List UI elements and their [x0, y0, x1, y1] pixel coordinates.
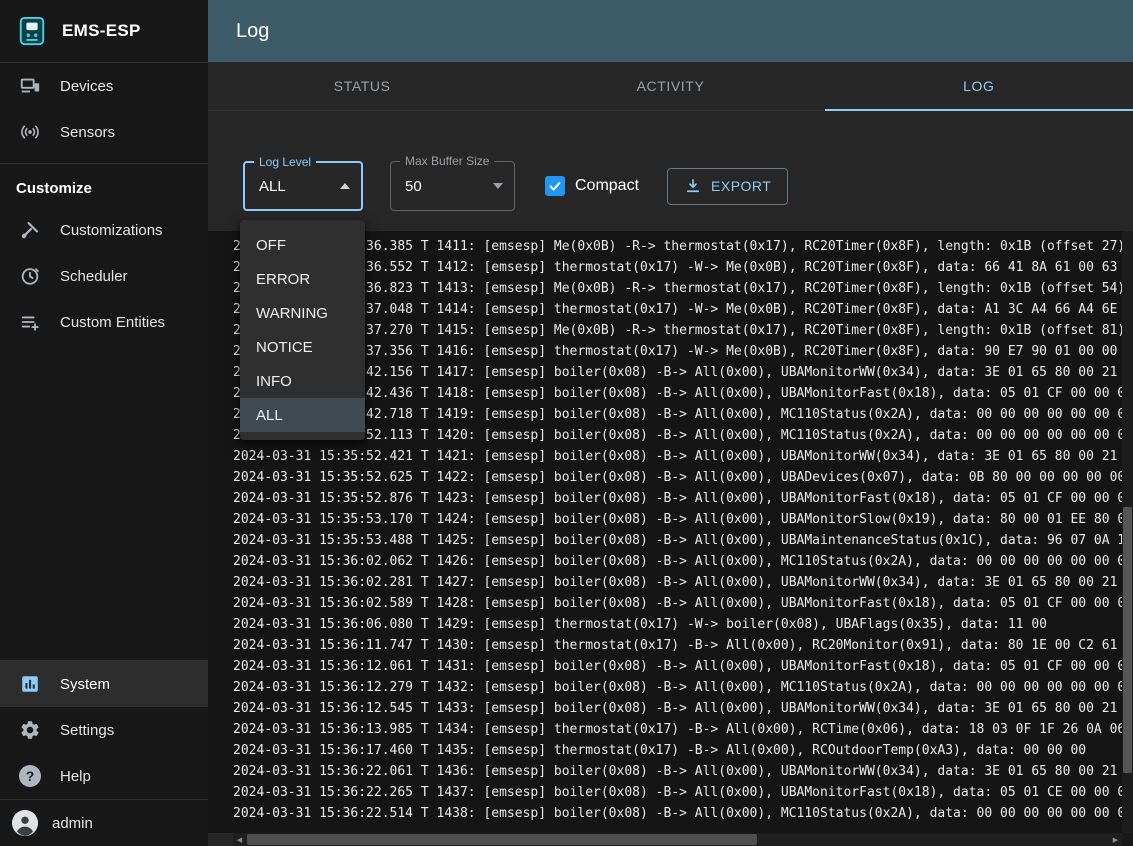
max-buffer-size-value: 50: [405, 178, 422, 195]
log-line: 2024-03-31 15:36:13.985 T 1434: [emsesp]…: [233, 719, 1121, 740]
sidebar-item-devices[interactable]: Devices: [0, 63, 208, 109]
sidebar-header: EMS-ESP: [0, 0, 208, 62]
log-line: 2024-03-31 15:36:02.281 T 1427: [emsesp]…: [233, 572, 1121, 593]
chevron-up-icon: [340, 183, 350, 189]
log-line: 2024-03-31 15:35:37.048 T 1414: [emsesp]…: [233, 299, 1121, 320]
export-button-label: EXPORT: [711, 178, 771, 194]
log-line: 2024-03-31 15:35:53.170 T 1424: [emsesp]…: [233, 509, 1121, 530]
app-bar: Log: [208, 0, 1133, 62]
log-line: 2024-03-31 15:35:52.876 T 1423: [emsesp]…: [233, 488, 1121, 509]
compact-checkbox-control[interactable]: Compact: [545, 176, 639, 196]
log-line: 2024-03-31 15:36:12.545 T 1433: [emsesp]…: [233, 698, 1121, 719]
sidebar-item-label: Scheduler: [60, 268, 128, 285]
log-line: 2024-03-31 15:36:17.460 T 1435: [emsesp]…: [233, 740, 1121, 761]
log-line: 2024-03-31 15:35:42.436 T 1418: [emsesp]…: [233, 383, 1121, 404]
devices-icon: [18, 74, 42, 98]
log-line: 2024-03-31 15:36:06.080 T 1429: [emsesp]…: [233, 614, 1121, 635]
log-level-option-notice[interactable]: NOTICE: [240, 330, 365, 364]
log-level-select[interactable]: Log Level ALL: [243, 161, 363, 211]
sidebar-item-custom-entities[interactable]: Custom Entities: [0, 299, 208, 345]
account-icon: [12, 810, 38, 836]
horizontal-scrollbar[interactable]: ◀ ▶: [233, 833, 1133, 846]
sidebar-item-help[interactable]: ? Help: [0, 753, 208, 799]
compact-checkbox[interactable]: [545, 176, 565, 196]
clock-icon: [18, 264, 42, 288]
scrollbar-corner: [1122, 833, 1133, 846]
log-level-option-off[interactable]: OFF: [240, 228, 365, 262]
chevron-down-icon: [493, 183, 503, 189]
log-line: 2024-03-31 15:36:12.279 T 1432: [emsesp]…: [233, 677, 1121, 698]
ems-esp-logo-icon: [16, 15, 48, 47]
sidebar-item-label: Custom Entities: [60, 314, 165, 331]
log-line: 2024-03-31 15:36:11.747 T 1430: [emsesp]…: [233, 635, 1121, 656]
vertical-scrollbar[interactable]: [1122, 231, 1133, 833]
sidebar: EMS-ESP Devices: [0, 0, 208, 846]
log-line: 2024-03-31 15:36:22.061 T 1436: [emsesp]…: [233, 761, 1121, 782]
export-button[interactable]: EXPORT: [667, 168, 788, 205]
log-line: 2024-03-31 15:35:52.625 T 1422: [emsesp]…: [233, 467, 1121, 488]
user-menu[interactable]: admin: [0, 800, 208, 846]
log-line: 2024-03-31 15:36:12.061 T 1431: [emsesp]…: [233, 656, 1121, 677]
ems-esp-app: EMS-ESP Devices: [0, 0, 1133, 846]
tools-icon: [18, 218, 42, 242]
user-label: admin: [52, 815, 93, 832]
log-line: 2024-03-31 15:35:42.718 T 1419: [emsesp]…: [233, 404, 1121, 425]
log-level-select-value: ALL: [259, 178, 286, 195]
tab-status[interactable]: STATUS: [208, 62, 516, 110]
max-buffer-size-select[interactable]: Max Buffer Size 50: [390, 161, 515, 211]
download-icon: [684, 177, 702, 195]
playlist-add-icon: [18, 310, 42, 334]
sidebar-item-customizations[interactable]: Customizations: [0, 207, 208, 253]
page-title: Log: [236, 20, 269, 43]
log-line: 2024-03-31 15:35:37.270 T 1415: [emsesp]…: [233, 320, 1121, 341]
log-line: 2024-03-31 15:36:22.265 T 1437: [emsesp]…: [233, 782, 1121, 803]
max-buffer-size-label: Max Buffer Size: [400, 154, 494, 168]
log-line: 2024-03-31 15:35:37.356 T 1416: [emsesp]…: [233, 341, 1121, 362]
horizontal-scrollbar-thumb[interactable]: [247, 834, 757, 845]
log-controls: Log Level ALL Max Buffer Size 50 Compact: [208, 111, 1133, 231]
app-title: EMS-ESP: [62, 21, 141, 41]
sidebar-item-label: Customizations: [60, 222, 163, 239]
log-level-option-error[interactable]: ERROR: [240, 262, 365, 296]
sidebar-item-sensors[interactable]: Sensors: [0, 109, 208, 155]
sidebar-item-label: Devices: [60, 78, 113, 95]
log-line: 2024-03-31 15:36:22.514 T 1438: [emsesp]…: [233, 803, 1121, 824]
main-content: Log STATUS ACTIVITY LOG Log Level ALL Ma…: [208, 0, 1133, 846]
log-line: 2024-03-31 15:35:52.113 T 1420: [emsesp]…: [233, 425, 1121, 446]
log-line: 2024-03-31 15:36:02.589 T 1428: [emsesp]…: [233, 593, 1121, 614]
log-line: 2024-03-31 15:35:53.488 T 1425: [emsesp]…: [233, 530, 1121, 551]
sidebar-item-scheduler[interactable]: Scheduler: [0, 253, 208, 299]
sidebar-item-label: Sensors: [60, 124, 115, 141]
tab-bar: STATUS ACTIVITY LOG: [208, 62, 1133, 111]
log-line: 2024-03-31 15:35:36.552 T 1412: [emsesp]…: [233, 257, 1121, 278]
sidebar-section-customize: Customize: [0, 164, 208, 207]
sidebar-item-label: System: [60, 676, 110, 693]
log-line: 2024-03-31 15:35:42.156 T 1417: [emsesp]…: [233, 362, 1121, 383]
log-line: 2024-03-31 15:35:36.823 T 1413: [emsesp]…: [233, 278, 1121, 299]
sidebar-spacer: [0, 345, 208, 660]
log-level-option-all[interactable]: ALL: [240, 398, 365, 432]
sidebar-item-system[interactable]: System: [0, 661, 208, 707]
bar-chart-icon: [18, 672, 42, 696]
gear-icon: [18, 718, 42, 742]
scroll-left-arrow-icon[interactable]: ◀: [233, 833, 246, 846]
vertical-scrollbar-thumb[interactable]: [1123, 507, 1132, 773]
sensors-icon: [18, 120, 42, 144]
compact-label: Compact: [575, 177, 639, 195]
log-line: 2024-03-31 15:35:52.421 T 1421: [emsesp]…: [233, 446, 1121, 467]
help-icon: ?: [18, 764, 42, 788]
log-level-menu: OFFERRORWARNINGNOTICEINFOALL: [240, 220, 365, 440]
log-line: 2024-03-31 15:36:02.062 T 1426: [emsesp]…: [233, 551, 1121, 572]
tab-activity[interactable]: ACTIVITY: [516, 62, 824, 110]
log-line: 2024-03-31 15:35:36.385 T 1411: [emsesp]…: [233, 236, 1121, 257]
log-level-option-warning[interactable]: WARNING: [240, 296, 365, 330]
sidebar-item-settings[interactable]: Settings: [0, 707, 208, 753]
tab-log[interactable]: LOG: [825, 62, 1133, 110]
check-icon: [548, 179, 562, 193]
log-level-option-info[interactable]: INFO: [240, 364, 365, 398]
sidebar-item-label: Settings: [60, 722, 114, 739]
sidebar-item-label: Help: [60, 768, 91, 785]
scroll-right-arrow-icon[interactable]: ▶: [1109, 833, 1122, 846]
log-level-select-label: Log Level: [254, 155, 316, 169]
